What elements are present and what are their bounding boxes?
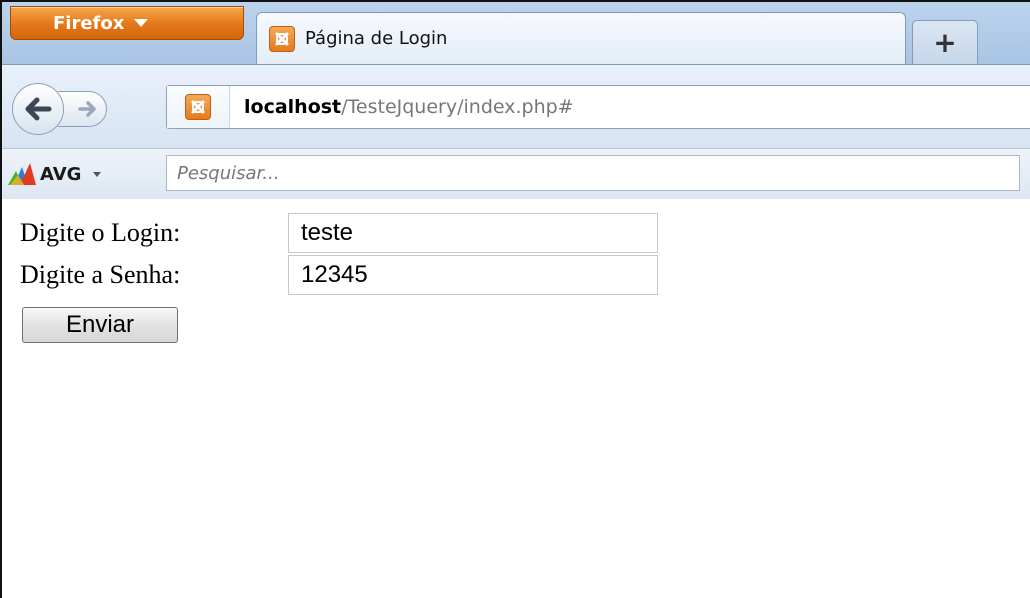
avg-menu-button[interactable]: AVG [8,163,102,185]
plus-icon: + [933,26,957,59]
xampp-favicon-icon [185,94,211,120]
avg-search-box[interactable] [166,155,1020,191]
tab-title: Página de Login [305,28,448,49]
firefox-menu-label: Firefox [53,12,125,34]
chevron-down-icon [134,19,149,27]
login-input[interactable] [288,213,658,253]
page-content: Digite o Login: Digite a Senha: Enviar [2,199,1030,598]
address-bar[interactable]: localhost/TesteJquery/index.php# [166,85,1030,129]
submit-button[interactable]: Enviar [22,307,178,343]
avg-logo-icon [8,163,36,185]
dropdown-caret-icon [93,171,102,177]
avg-search-input[interactable] [175,161,1019,185]
url-text[interactable]: localhost/TesteJquery/index.php# [244,96,574,118]
tab-strip: Firefox Página de Login + [2,2,1030,64]
back-arrow-icon [25,97,52,121]
browser-window: Firefox Página de Login + localhost/Test… [0,0,1030,598]
avg-toolbar: AVG [2,148,1030,200]
xampp-favicon-icon [269,25,295,52]
password-row: Digite a Senha: [20,255,658,295]
url-path: /TesteJquery/index.php# [341,96,574,118]
avg-brand: AVG [40,163,82,185]
back-button[interactable] [12,83,64,135]
password-input[interactable] [288,255,658,295]
navigation-bar: localhost/TesteJquery/index.php# [2,64,1030,149]
firefox-menu-button[interactable]: Firefox [10,6,244,40]
new-tab-button[interactable]: + [912,20,978,64]
forward-button[interactable] [58,91,107,127]
url-host: localhost [244,96,342,118]
forward-arrow-icon [78,101,96,117]
site-identity-button[interactable] [167,86,230,128]
password-label: Digite a Senha: [20,260,181,289]
tab-active[interactable]: Página de Login [256,12,906,64]
login-row: Digite o Login: [20,213,658,253]
login-label: Digite o Login: [20,218,181,247]
